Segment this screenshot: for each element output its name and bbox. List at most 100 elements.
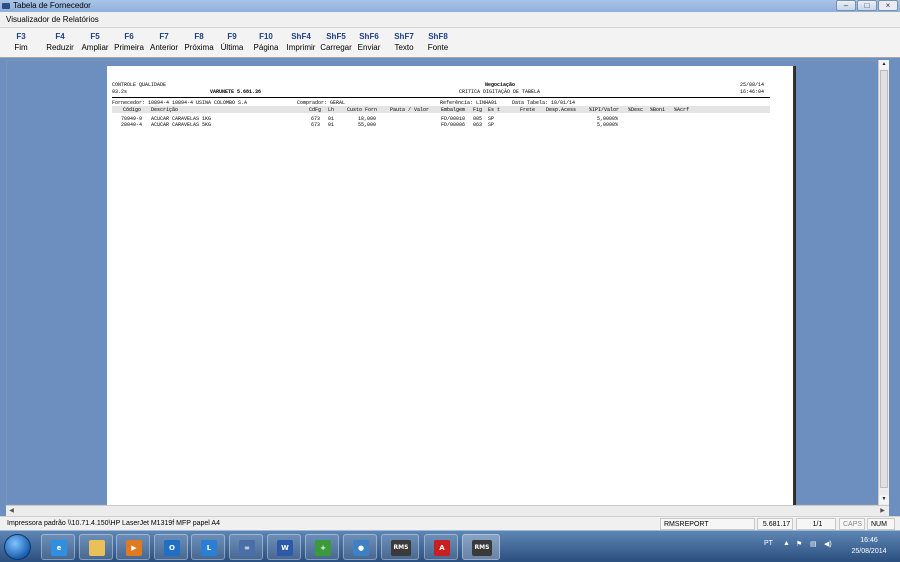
- taskbar-pdf-icon[interactable]: A: [424, 534, 458, 560]
- scroll-down-icon[interactable]: ▼: [879, 495, 889, 504]
- row-descricao: ACUCAR CARAVELAS 5KG: [151, 122, 212, 128]
- taskbar-rms-active-icon[interactable]: RMS: [462, 534, 500, 560]
- taskbar-media-icon[interactable]: ▶: [116, 534, 150, 560]
- tool-label: Primeira: [114, 43, 144, 52]
- row-embalagem: FD/00006: [441, 122, 466, 128]
- tool-send-button[interactable]: ShF6 Enviar: [355, 31, 383, 53]
- row-est: SP: [488, 122, 495, 128]
- row-custo-forn: 55,000: [358, 122, 377, 128]
- taskbar-rms-icon[interactable]: RMS: [381, 534, 419, 560]
- taskbar-glyph: [89, 540, 105, 556]
- tool-key: F8: [194, 32, 204, 41]
- scroll-up-icon[interactable]: ▲: [879, 60, 889, 69]
- report-date: 25/08/14: [740, 82, 765, 88]
- status-value: 5.681.17: [757, 518, 793, 530]
- tray-expand-icon[interactable]: ▲: [783, 540, 790, 547]
- start-button[interactable]: [4, 534, 31, 560]
- col-pauta-valor: Pauta / Valor: [390, 107, 430, 113]
- status-page: 1/1: [796, 518, 836, 530]
- col-custo-forn: Custo Forn: [347, 107, 378, 113]
- taskbar-glyph: A: [434, 540, 450, 556]
- taskbar-glyph: W: [277, 540, 293, 556]
- report-content: CONTROLE QUALIDADE 03.2s VARUNETE 5.681.…: [107, 66, 795, 166]
- horizontal-scrollbar[interactable]: ◀ ▶: [6, 505, 889, 516]
- tool-label: Ampliar: [81, 43, 109, 52]
- tray-language[interactable]: PT: [764, 540, 773, 547]
- report-viewer[interactable]: CONTROLE QUALIDADE 03.2s VARUNETE 5.681.…: [6, 60, 889, 506]
- tool-print-button[interactable]: ShF4 Imprimir: [284, 31, 318, 53]
- tool-first-page-button[interactable]: F6 Primeira: [113, 31, 145, 53]
- close-button[interactable]: ×: [878, 0, 898, 11]
- tool-key: ShF7: [394, 32, 414, 41]
- tool-load-button[interactable]: ShF5 Carregar: [320, 31, 352, 53]
- taskbar-word-icon[interactable]: W: [267, 534, 301, 560]
- tool-key: F7: [159, 32, 169, 41]
- taskbar-glyph: RMS: [472, 540, 492, 556]
- app-icon: [2, 3, 10, 9]
- col-frete: Frete: [520, 107, 536, 113]
- report-page: CONTROLE QUALIDADE 03.2s VARUNETE 5.681.…: [107, 66, 795, 506]
- taskbar-lync-icon[interactable]: L: [191, 534, 225, 560]
- tool-label: Anterior: [149, 43, 178, 52]
- taskbar-chat-icon[interactable]: ●: [343, 534, 377, 560]
- tool-key: F6: [124, 32, 134, 41]
- scroll-right-icon[interactable]: ▶: [877, 506, 888, 516]
- toolbar: F3 Fim F4 Reduzir F5 Ampliar F6 Primeira F7 A…: [0, 28, 900, 58]
- taskbar-ie-icon[interactable]: e: [41, 534, 75, 560]
- tool-next-page-button[interactable]: F8 Próxima: [183, 31, 215, 53]
- minimize-button[interactable]: –: [836, 0, 856, 11]
- status-module: RMSREPORT: [660, 518, 755, 530]
- tool-label: Última: [220, 43, 244, 52]
- scroll-left-icon[interactable]: ◀: [6, 506, 17, 516]
- menubar: Visualizador de Relatórios: [0, 12, 900, 28]
- tray-volume-icon[interactable]: ◀): [824, 540, 832, 548]
- taskbar-glyph: RMS: [391, 540, 411, 556]
- tool-last-page-button[interactable]: F9 Última: [218, 31, 246, 53]
- col-cdfg: CdFg: [309, 107, 322, 113]
- status-num: NUM: [867, 518, 895, 530]
- col-fig: Fig: [473, 107, 483, 113]
- row-codigo: 28040-4: [121, 122, 143, 128]
- tray-network-icon[interactable]: ▤: [810, 540, 817, 548]
- tool-zoom-in-button[interactable]: F5 Ampliar: [79, 31, 111, 53]
- tool-zoom-out-button[interactable]: F4 Reduzir: [44, 31, 76, 53]
- taskbar-installer-icon[interactable]: +: [305, 534, 339, 560]
- tool-previous-page-button[interactable]: F7 Anterior: [147, 31, 181, 53]
- col-codigo: Código: [123, 107, 142, 113]
- report-title: Negociação: [485, 82, 516, 88]
- tool-label: Imprimir: [286, 43, 316, 52]
- row-cdfg: 673: [311, 122, 321, 128]
- window-titlebar: Tabela de Fornecedor – □ ×: [0, 0, 900, 12]
- tool-label: Reduzir: [46, 43, 74, 52]
- tool-label: Fim: [14, 43, 28, 52]
- tray-flag-icon[interactable]: ⚑: [796, 540, 802, 548]
- scroll-thumb[interactable]: [880, 70, 888, 488]
- tool-key: F4: [55, 32, 65, 41]
- taskbar-outlook-icon[interactable]: O: [154, 534, 188, 560]
- col-embalagem: Embalgem: [441, 107, 466, 113]
- menu-report-viewer[interactable]: Visualizador de Relatórios: [6, 15, 99, 24]
- clock-date: 25/08/2014: [851, 548, 887, 555]
- taskbar-folder-icon[interactable]: [79, 534, 113, 560]
- report-vendor-total: VARUNETE 5.681.36: [210, 89, 262, 95]
- col-descricao: Descrição: [151, 107, 179, 113]
- tool-label: Página: [253, 43, 279, 52]
- taskbar-glyph: O: [164, 540, 180, 556]
- vertical-scrollbar[interactable]: ▲ ▼: [878, 60, 889, 505]
- tool-end-button[interactable]: F3 Fim: [8, 31, 34, 53]
- statusbar: Impressora padrão \\10.71.4.150\HP Laser…: [0, 516, 900, 530]
- tool-key: ShF6: [359, 32, 379, 41]
- tool-key: F3: [16, 32, 26, 41]
- tool-label: Texto: [394, 43, 414, 52]
- report-time: 16:46:04: [740, 89, 765, 95]
- report-version: 03.2s: [112, 89, 128, 95]
- tool-font-button[interactable]: ShF8 Fonte: [424, 31, 452, 53]
- col-boni: %Boni: [650, 107, 666, 113]
- tool-text-button[interactable]: ShF7 Texto: [390, 31, 418, 53]
- taskbar-clock[interactable]: 16:46 25/08/2014: [843, 535, 895, 557]
- tool-page-button[interactable]: F10 Página: [252, 31, 280, 53]
- tool-key: ShF4: [291, 32, 311, 41]
- maximize-button[interactable]: □: [857, 0, 877, 11]
- taskbar-link-icon[interactable]: ∞: [229, 534, 263, 560]
- report-subtitle: CRITICA DIGITAÇÃO DE TABELA: [459, 89, 541, 95]
